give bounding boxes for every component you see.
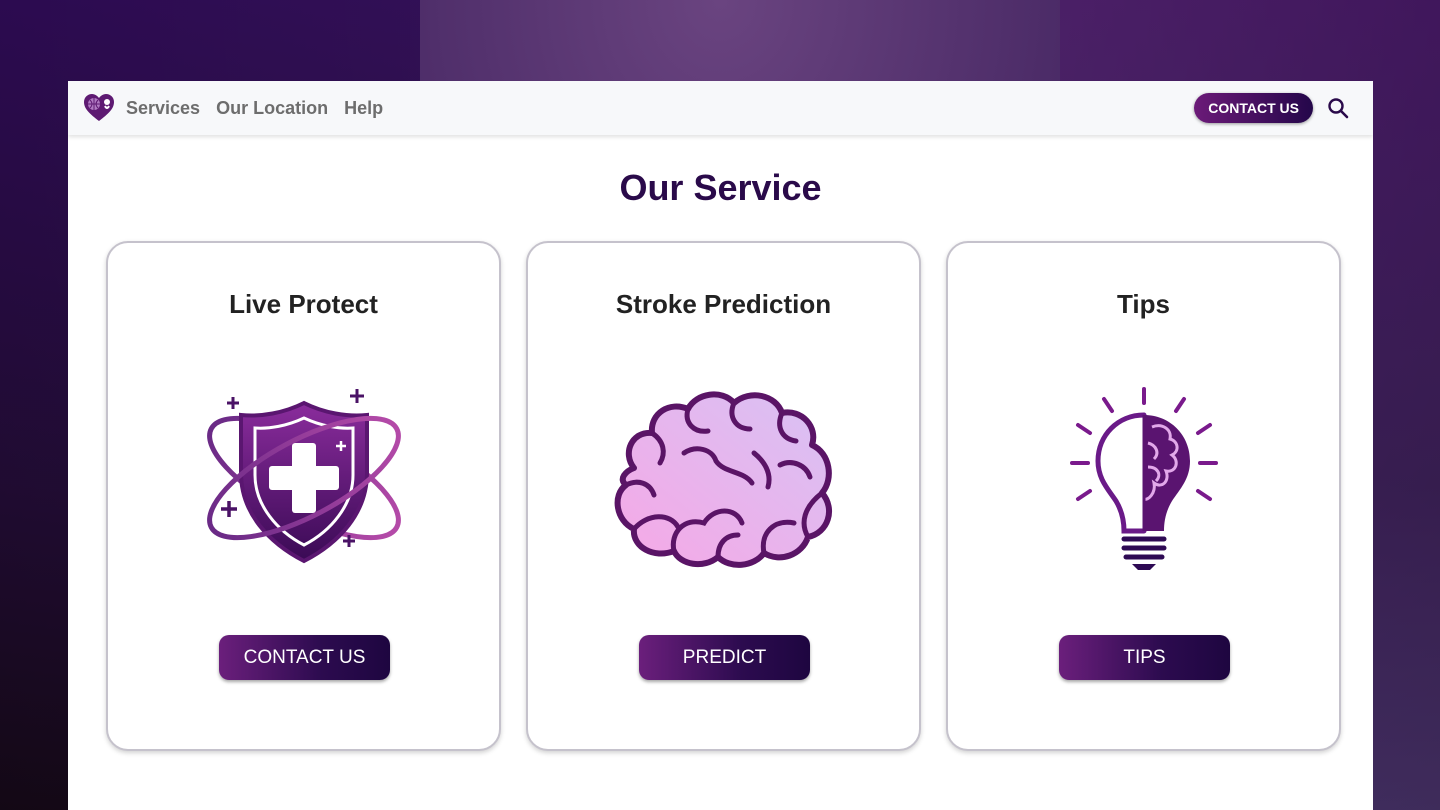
shield-plus-icon	[108, 383, 499, 583]
services-cards: Live Protect CONTACT US Stroke Predictio…	[106, 241, 1341, 751]
tips-button[interactable]: TIPS	[1059, 635, 1230, 680]
contact-us-button[interactable]: CONTACT US	[219, 635, 390, 680]
predict-button[interactable]: PREDICT	[639, 635, 810, 680]
card-tips: Tips TIPS	[946, 241, 1341, 751]
card-title: Stroke Prediction	[615, 289, 832, 319]
card-title: Tips	[1117, 289, 1170, 319]
heart-globe-logo-icon[interactable]	[82, 93, 116, 123]
search-icon[interactable]	[1327, 97, 1349, 119]
card-stroke-prediction: Stroke Prediction PREDICT	[526, 241, 921, 751]
card-live-protect: Live Protect CONTACT US	[106, 241, 501, 751]
contact-us-nav-button[interactable]: CONTACT US	[1194, 93, 1313, 123]
navbar: Services Our Location Help CONTACT US	[68, 81, 1373, 135]
lightbulb-brain-icon	[948, 383, 1339, 583]
nav-link-services[interactable]: Services	[126, 98, 200, 119]
brain-icon	[528, 383, 919, 583]
page-title: Our Service	[619, 167, 822, 208]
nav-right-group: CONTACT US	[1194, 93, 1359, 123]
card-title: Live Protect	[229, 289, 378, 319]
nav-link-our-location[interactable]: Our Location	[216, 98, 328, 119]
app-window: Services Our Location Help CONTACT US Ou…	[68, 81, 1373, 810]
nav-link-help[interactable]: Help	[344, 98, 383, 119]
